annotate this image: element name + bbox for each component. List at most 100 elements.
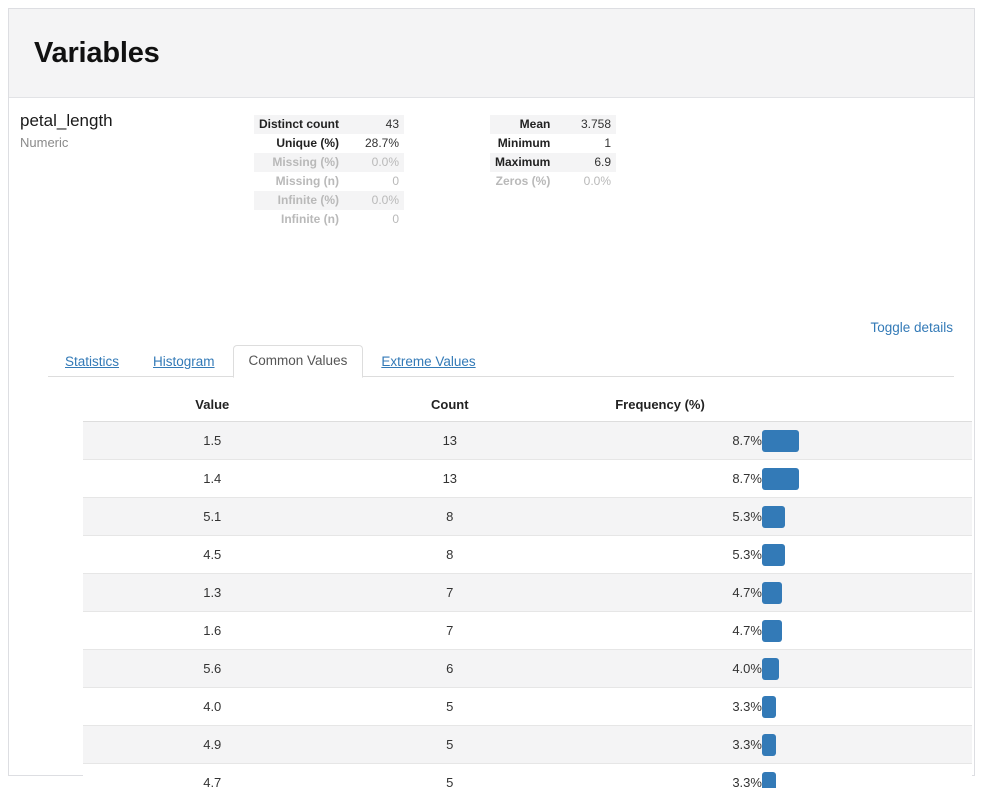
stat-row: Zeros (%) 0.0%	[490, 172, 616, 191]
table-row: 1.6 7 4.7%	[83, 611, 972, 650]
cell-count: 7	[341, 573, 559, 612]
common-values-table: Value Count Frequency (%) 1.5 13 8.7% 1.4 13…	[83, 391, 972, 788]
stat-row: Missing (n) 0	[254, 172, 404, 191]
cell-frequency-bar	[761, 687, 972, 726]
cell-value: 1.3	[83, 573, 342, 612]
stat-label: Infinite (%)	[254, 191, 344, 210]
cell-frequency: 3.3%	[558, 687, 762, 726]
stat-value: 0	[392, 212, 399, 226]
frequency-bar	[761, 467, 799, 490]
cell-frequency-bar	[761, 573, 972, 612]
cell-count: 8	[341, 497, 559, 536]
stat-label: Infinite (n)	[281, 212, 339, 226]
tab-histogram[interactable]: Histogram	[137, 346, 231, 378]
stat-value: 43	[344, 115, 404, 134]
stat-label: Mean	[490, 115, 556, 134]
stat-value: 0.0%	[344, 153, 404, 172]
cell-value: 4.7	[83, 763, 342, 788]
frequency-bar	[761, 429, 799, 452]
cell-frequency-bar	[761, 611, 972, 650]
tab-statistics[interactable]: Statistics	[49, 346, 135, 378]
table-row: 4.5 8 5.3%	[83, 535, 972, 574]
cell-frequency: 3.3%	[558, 725, 762, 764]
cell-count: 6	[341, 649, 559, 688]
variables-panel: Variables petal_length Numeric Distinct …	[8, 8, 975, 788]
stat-row: Maximum 6.9	[490, 153, 616, 172]
cell-count: 13	[341, 421, 559, 460]
stat-value: 0	[392, 174, 399, 188]
cell-frequency: 4.7%	[558, 573, 762, 612]
screenshot-root: Variables petal_length Numeric Distinct …	[0, 0, 984, 788]
toggle-details-link[interactable]: Toggle details	[870, 320, 953, 335]
stat-value: 0.0%	[583, 174, 611, 188]
column-header-value: Value	[83, 391, 342, 422]
table-row: 1.5 13 8.7%	[83, 421, 972, 460]
cell-count: 8	[341, 535, 559, 574]
stat-label: Missing (n)	[275, 174, 339, 188]
cell-count: 13	[341, 459, 559, 498]
cell-value: 5.1	[83, 497, 342, 536]
cell-count: 7	[341, 611, 559, 650]
stats-table-left: Distinct count 43 Unique (%) 28.7% Missing (…	[254, 115, 404, 229]
table-row: 4.0 5 3.3%	[83, 687, 972, 726]
stat-row: Unique (%) 28.7%	[254, 134, 404, 153]
cell-count: 5	[341, 725, 559, 764]
table-row: 4.7 5 3.3%	[83, 763, 972, 788]
cell-value: 4.9	[83, 725, 342, 764]
column-header-frequency: Frequency (%)	[558, 391, 762, 422]
tab-extreme-values[interactable]: Extreme Values	[365, 346, 491, 378]
cell-frequency: 4.0%	[558, 649, 762, 688]
stat-row: Mean 3.758	[490, 115, 616, 134]
cell-frequency: 8.7%	[558, 421, 762, 460]
column-header-count: Count	[341, 391, 559, 422]
tab-list: Statistics Histogram Common Values Extreme …	[48, 345, 954, 378]
table-row: 5.6 6 4.0%	[83, 649, 972, 688]
cell-frequency-bar	[761, 649, 972, 688]
cell-value: 1.6	[83, 611, 342, 650]
stat-value: 0.0%	[344, 191, 404, 210]
frequency-bar	[761, 505, 785, 528]
frequency-bar	[761, 657, 779, 680]
cell-frequency: 5.3%	[558, 535, 762, 574]
stat-label: Maximum	[490, 153, 556, 172]
frequency-bar	[761, 695, 776, 718]
stat-row: Minimum 1	[490, 134, 616, 153]
stat-row: Missing (%) 0.0%	[254, 153, 404, 172]
variable-type: Numeric	[20, 135, 69, 150]
cell-frequency: 3.3%	[558, 763, 762, 788]
table-row: 5.1 8 5.3%	[83, 497, 972, 536]
cell-value: 4.5	[83, 535, 342, 574]
cell-count: 5	[341, 763, 559, 788]
cell-value: 5.6	[83, 649, 342, 688]
stats-left-body: Distinct count 43 Unique (%) 28.7% Missing (…	[254, 115, 404, 229]
table-row: 4.9 5 3.3%	[83, 725, 972, 764]
cell-frequency-bar	[761, 459, 972, 498]
table-row: 1.3 7 4.7%	[83, 573, 972, 612]
stats-right-body: Mean 3.758 Minimum 1 Maximum 6.9 Zeros (%) 0.0%	[490, 115, 616, 191]
variable-identity: petal_length Numeric	[20, 111, 240, 151]
common-values-header: Value Count Frequency (%)	[83, 391, 972, 422]
common-values-body: 1.5 13 8.7% 1.4 13 8.7% 5.1 8 5.3% 4.5 8 5.3% 1.3 7 4.…	[83, 421, 972, 788]
cell-value: 1.5	[83, 421, 342, 460]
stat-value: 1	[604, 136, 611, 150]
panel-header: Variables	[9, 9, 974, 98]
cell-value: 1.4	[83, 459, 342, 498]
cell-value: 4.0	[83, 687, 342, 726]
cell-frequency-bar	[761, 725, 972, 764]
header-row: Value Count Frequency (%)	[83, 391, 972, 422]
stats-table-right: Mean 3.758 Minimum 1 Maximum 6.9 Zeros (%) 0.0%	[490, 115, 616, 191]
stat-label: Unique (%)	[276, 136, 339, 150]
stat-label: Zeros (%)	[495, 174, 551, 188]
cell-frequency-bar	[761, 497, 972, 536]
cell-count: 5	[341, 687, 559, 726]
stat-value: 28.7%	[364, 136, 399, 150]
table-row: 1.4 13 8.7%	[83, 459, 972, 498]
column-header-bar	[761, 391, 972, 422]
frequency-bar	[761, 733, 776, 756]
stat-value: 3.758	[555, 115, 616, 134]
variable-tabs: Statistics Histogram Common Values Extreme …	[48, 345, 954, 378]
stat-row: Distinct count 43	[254, 115, 404, 134]
stat-label: Distinct count	[254, 115, 344, 134]
frequency-bar	[761, 581, 782, 604]
tab-common-values[interactable]: Common Values	[232, 345, 364, 378]
